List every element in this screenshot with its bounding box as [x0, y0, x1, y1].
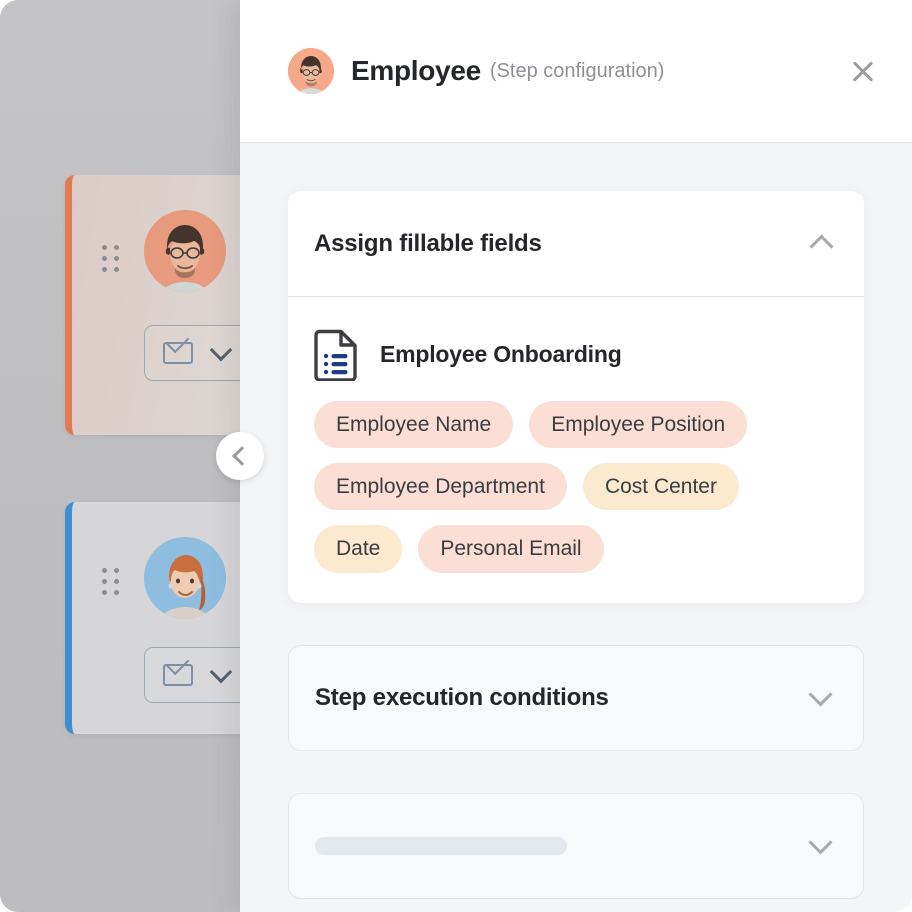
fillable-field-tag[interactable]: Cost Center: [582, 463, 739, 511]
avatar: [144, 210, 226, 292]
document-name: Employee Onboarding: [380, 340, 622, 367]
chevron-down-icon[interactable]: [808, 682, 833, 707]
drag-handle-icon[interactable]: [102, 568, 120, 596]
chevron-down-icon[interactable]: [808, 830, 833, 855]
chevron-down-icon[interactable]: [209, 338, 233, 362]
section-header-assign-fillable-fields[interactable]: Assign fillable fields: [288, 191, 864, 297]
fillable-field-tag-list: Employee Name Employee Position Employee D…: [314, 401, 814, 573]
page-subtitle: (Step configuration): [489, 59, 665, 82]
document-row[interactable]: Employee Onboarding: [314, 327, 838, 382]
avatar-photo-male: [144, 210, 226, 292]
fillable-field-tag[interactable]: Personal Email: [418, 525, 604, 573]
fillable-field-tag[interactable]: Employee Name: [314, 401, 514, 449]
fillable-field-tag[interactable]: Employee Position: [529, 401, 748, 449]
collapse-panel-button[interactable]: [216, 432, 264, 480]
envelope-icon: [163, 664, 193, 686]
section-title: Step execution conditions: [315, 683, 609, 711]
envelope-icon: [163, 342, 193, 364]
panel-header: Employee (Step configuration): [240, 0, 912, 143]
chevron-left-icon: [232, 446, 252, 466]
step-configuration-panel: Employee (Step configuration) Assign fil…: [240, 0, 912, 912]
close-icon[interactable]: [846, 54, 880, 88]
avatar-photo-male: [288, 48, 334, 94]
drag-handle-icon[interactable]: [102, 245, 120, 273]
fillable-field-tag[interactable]: Date: [314, 525, 403, 573]
fillable-field-tag[interactable]: Employee Department: [314, 463, 567, 511]
avatar-photo-female: [144, 537, 226, 619]
section-assign-fillable-fields: Assign fillable fields Employee Onboardi…: [288, 191, 864, 603]
chevron-up-icon[interactable]: [809, 234, 834, 259]
panel-body: Assign fillable fields Employee Onboardi…: [240, 143, 912, 912]
skeleton-loading-bar: [315, 836, 567, 855]
avatar: [288, 48, 334, 94]
avatar: [144, 537, 226, 619]
page-title: Employee: [351, 55, 481, 86]
chevron-down-icon[interactable]: [209, 660, 233, 684]
section-title: Assign fillable fields: [314, 229, 542, 257]
document-list-icon: [314, 327, 358, 382]
app-root: Employee (Step configuration) Assign fil…: [0, 0, 912, 912]
section-loading-placeholder[interactable]: [288, 792, 864, 899]
section-step-execution-conditions[interactable]: Step execution conditions: [288, 644, 864, 751]
section-content-assign-fillable-fields: Employee Onboarding Employee Name Employe…: [288, 297, 864, 603]
